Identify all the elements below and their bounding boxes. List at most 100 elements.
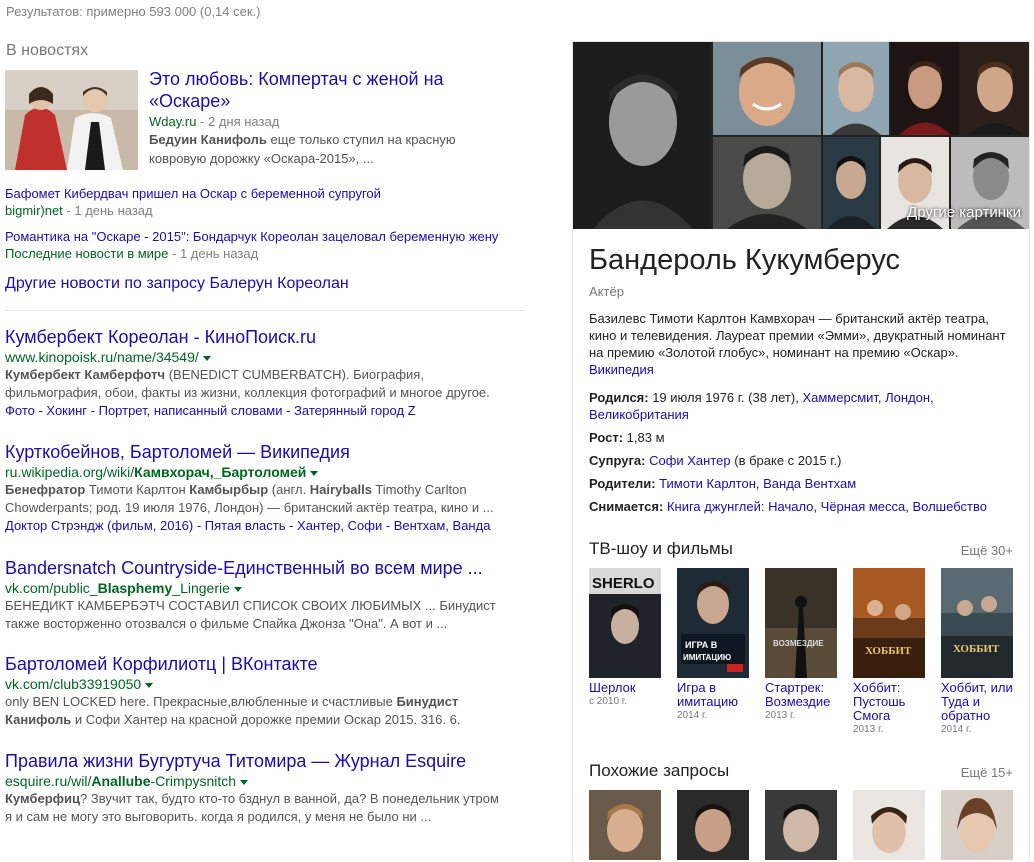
result-title[interactable]: Правила жизни Бугуртуча Титомира — Журна… — [5, 750, 520, 772]
fact-link[interactable]: Софи Хантер — [649, 453, 731, 468]
film-name[interactable]: Шерлок — [589, 681, 661, 695]
news-main-title[interactable]: Это любовь: Компертач с женой на «Оскаре» — [149, 68, 509, 112]
result-url[interactable]: vk.com/club33919050 — [5, 675, 520, 693]
film-poster[interactable]: ХОББИТ — [853, 568, 925, 678]
svg-text:ИМИТАЦИЮ: ИМИТАЦИЮ — [683, 653, 731, 662]
snippet-bold: Бенефратор — [5, 482, 86, 497]
news-item-title[interactable]: Романтика на "Оскаре - 2015": Бондарчук … — [5, 228, 498, 245]
film-card[interactable]: ХОББИТ Хоббит, или Туда и обратно 2014 г… — [941, 568, 1013, 735]
dropdown-arrow-icon[interactable] — [310, 470, 319, 476]
snippet-bold: Кумбербект Камберфотч — [5, 367, 166, 382]
film-poster[interactable]: ИГРА В ИМИТАЦИЮ — [677, 568, 749, 678]
entity-description: Базилевс Тимоти Карлтон Камвхорач — брит… — [589, 310, 1014, 378]
film-poster[interactable]: ХОББИТ — [941, 568, 1013, 678]
fact-label: Родители: — [589, 476, 656, 491]
result-sitelinks[interactable]: Фото - Хокинг - Портрет, написанный слов… — [5, 402, 520, 420]
fact-link[interactable]: Лондон — [885, 390, 930, 405]
fact-link[interactable]: Чёрная месса — [821, 499, 906, 514]
result-url-bold[interactable]: Blasphemy — [98, 580, 173, 596]
film-poster[interactable]: SHERLO — [589, 568, 661, 678]
snippet-bold: Кумберфиц — [5, 791, 80, 806]
result-url[interactable]: esquire.ru/wil/Anallube-Crimpysnitch — [5, 772, 520, 790]
snippet-text: я и сам не могу это выговорить. когда я … — [5, 809, 432, 824]
film-card[interactable]: ХОББИТ Хоббит: Пустошь Смога 2013 г. — [853, 568, 925, 735]
news-item-time: - 1 день назад — [168, 246, 259, 261]
dropdown-arrow-icon[interactable] — [233, 586, 242, 592]
gallery-image[interactable] — [891, 42, 959, 135]
result-title[interactable]: Курткобейнов, Бартоломей — Википедия — [5, 441, 520, 463]
similar-person-image[interactable] — [853, 790, 925, 860]
similar-person-image[interactable] — [589, 790, 661, 860]
gallery-image[interactable] — [823, 137, 879, 229]
fact-value: (в браке с 2015 г.) — [730, 453, 842, 468]
result-url-text[interactable]: -Crimpysnitch — [151, 773, 237, 789]
result-url-bold[interactable]: Камвхорач,_Бартоломей — [134, 464, 306, 480]
result-url[interactable]: www.kinopoisk.ru/name/34549/ — [5, 348, 520, 366]
film-name[interactable]: Хоббит: Пустошь Смога — [853, 681, 925, 723]
image-gallery[interactable]: Другие картинки — [573, 42, 1029, 229]
snippet-text: (англ. — [268, 482, 310, 497]
similar-more-link[interactable]: Ещё 15+ — [961, 765, 1013, 780]
snippet-text: Chowderpants; род. 19 июля 1976, Лондон)… — [5, 500, 494, 515]
dropdown-arrow-icon[interactable] — [145, 682, 154, 688]
result-url[interactable]: vk.com/public_Blasphemy_Lingerie — [5, 579, 520, 597]
result-url[interactable]: ru.wikipedia.org/wiki/Камвхорач,_Бартоло… — [5, 463, 520, 481]
gallery-image[interactable] — [573, 42, 711, 229]
entity-title: Бандероль Кукумберус — [589, 244, 901, 276]
snippet-bold: Бедуин Канифоль — [149, 132, 267, 147]
snippet-bold: Канифоль — [5, 712, 72, 727]
fact-sep: , — [813, 499, 821, 514]
result-title[interactable]: Бартоломей Корфилиотц | ВКонтакте — [5, 653, 520, 675]
gallery-image[interactable] — [961, 42, 1029, 135]
result-url-text[interactable]: vk.com/public_ — [5, 580, 98, 596]
result-url-text[interactable]: www.kinopoisk.ru/name/34549/ — [5, 349, 199, 365]
film-name[interactable]: Стартрек: Возмездие — [765, 681, 837, 709]
search-result: Bandersnatch Countryside-Единственный во… — [5, 557, 520, 633]
wikipedia-link[interactable]: Википедия — [589, 362, 654, 377]
more-news-link[interactable]: Другие новости по запросу Балерун Кореол… — [5, 275, 349, 293]
gallery-image[interactable] — [713, 137, 821, 229]
divider — [5, 310, 525, 311]
result-title[interactable]: Кумбербект Кореолан - КиноПоиск.ru — [5, 326, 520, 348]
fact-link[interactable]: Великобритания — [589, 407, 689, 422]
news-main-title-line2[interactable]: «Оскаре» — [149, 91, 230, 111]
result-url-text[interactable]: ru.wikipedia.org/wiki/ — [5, 464, 134, 480]
film-year: 2013 г. — [853, 724, 884, 735]
result-url-text[interactable]: _Lingerie — [172, 580, 230, 596]
snippet-bold: Камбырбыр — [189, 482, 269, 497]
more-images-link[interactable]: Другие картинки — [907, 204, 1021, 221]
fact-link[interactable]: Волшебство — [912, 499, 986, 514]
result-sitelinks[interactable]: Доктор Стрэндж (фильм, 2016) - Пятая вла… — [5, 517, 520, 535]
similar-person-image[interactable] — [941, 790, 1013, 860]
result-snippet: БЕНЕДИКТ КАМБЕРБЭТЧ СОСТАВИЛ СПИСОК СВОИ… — [5, 597, 520, 633]
search-result: Бартоломей Корфилиотц | ВКонтакте vk.com… — [5, 653, 520, 729]
result-title[interactable]: Bandersnatch Countryside-Единственный во… — [5, 557, 520, 579]
result-url-text[interactable]: vk.com/club33919050 — [5, 676, 141, 692]
fact-link[interactable]: Книга джунглей: Начало — [667, 499, 813, 514]
tv-more-link[interactable]: Ещё 30+ — [961, 543, 1013, 558]
snippet-bold: Бинудист — [396, 694, 459, 709]
news-thumbnail[interactable] — [5, 70, 138, 170]
fact-link[interactable]: Ванда Вентхам — [763, 476, 856, 491]
dropdown-arrow-icon[interactable] — [240, 779, 249, 785]
film-card[interactable]: ИГРА В ИМИТАЦИЮ Игра в имитацию 2014 г. — [677, 568, 749, 721]
film-name[interactable]: Хоббит, или Туда и обратно — [941, 681, 1013, 723]
news-main-title-line1[interactable]: Это любовь: Компертач с женой на — [149, 69, 444, 89]
svg-text:ХОББИТ: ХОББИТ — [865, 645, 912, 657]
fact-link[interactable]: Тимоти Карлтон — [659, 476, 756, 491]
film-card[interactable]: SHERLO Шерлок с 2010 г. — [589, 568, 661, 707]
film-poster[interactable]: ВОЗМЕЗДИЕ — [765, 568, 837, 678]
similar-person-image[interactable] — [677, 790, 749, 860]
gallery-image[interactable] — [713, 42, 821, 135]
similar-person-image[interactable] — [765, 790, 837, 860]
film-card[interactable]: ВОЗМЕЗДИЕ Стартрек: Возмездие 2013 г. — [765, 568, 837, 721]
snippet-text: Timothy Carlton — [371, 482, 467, 497]
result-url-text[interactable]: esquire.ru/wil/ — [5, 773, 91, 789]
fact-link[interactable]: Хаммерсмит — [802, 390, 877, 405]
result-url-bold[interactable]: Anallube — [91, 773, 150, 789]
news-item-title[interactable]: Бафомет Кибердвач пришел на Оскар с бере… — [5, 185, 381, 202]
film-name[interactable]: Игра в имитацию — [677, 681, 749, 709]
news-item: Бафомет Кибердвач пришел на Оскар с бере… — [5, 185, 381, 219]
gallery-image[interactable] — [823, 42, 889, 135]
dropdown-arrow-icon[interactable] — [202, 355, 211, 361]
